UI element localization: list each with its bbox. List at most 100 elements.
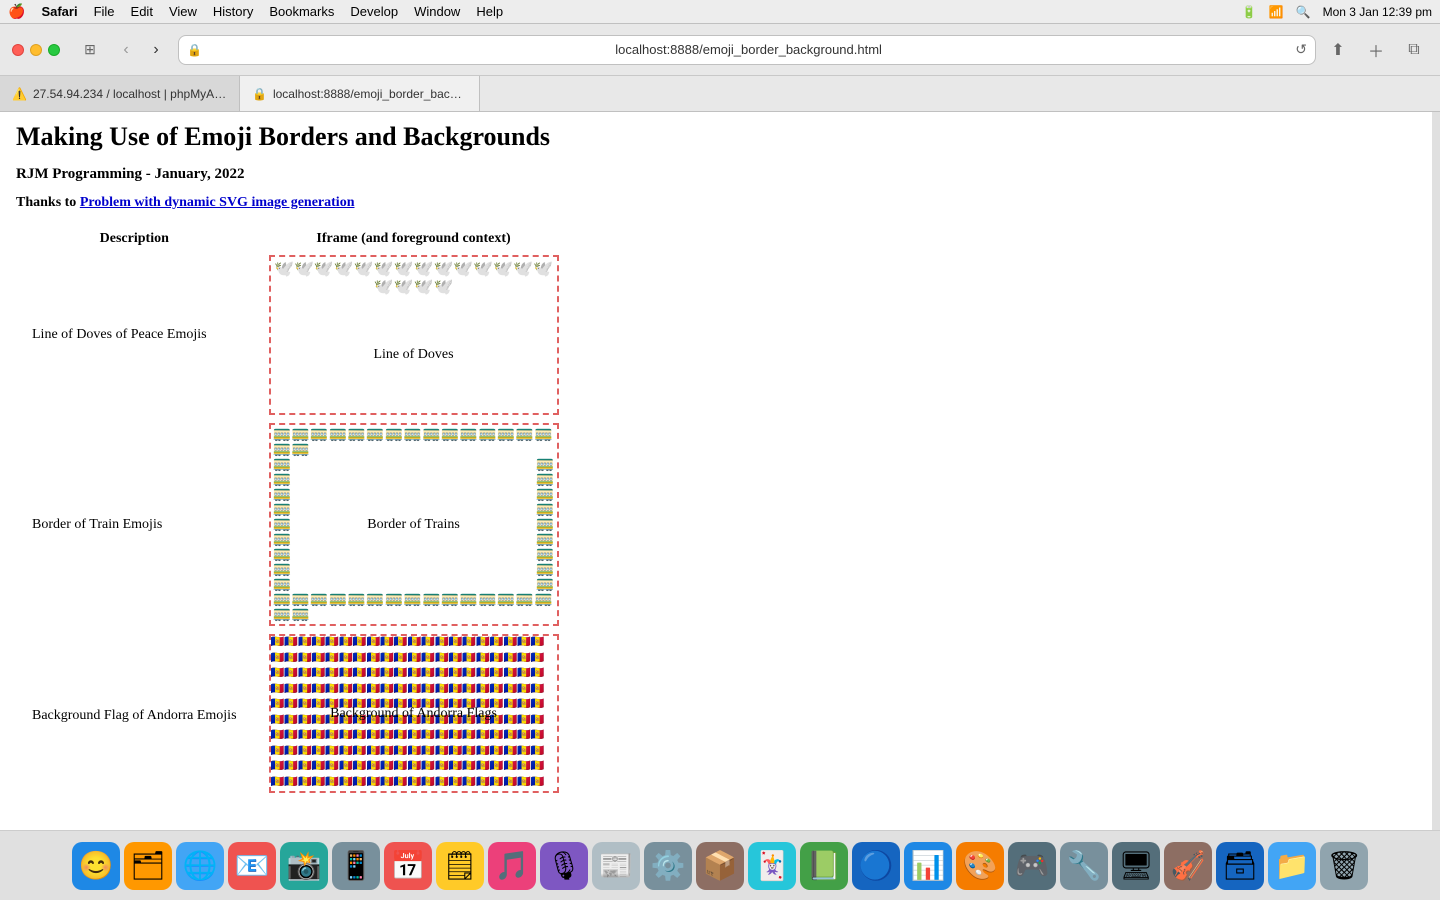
col2-header: Iframe (and foreground context) — [253, 227, 575, 251]
doves-iframe-box: 🕊️🕊️🕊️🕊️🕊️🕊️🕊️🕊️🕊️🕊️🕊️🕊️🕊️🕊️🕊️🕊️🕊️🕊️ Lin… — [269, 255, 559, 415]
dock-icon[interactable]: 🗃 — [1216, 842, 1264, 890]
dock-icon[interactable]: 🔧 — [1060, 842, 1108, 890]
row3-description: Background Flag of Andorra Emojis — [16, 630, 253, 802]
dock-icon[interactable]: 🗂 — [124, 842, 172, 890]
tab2-favicon: 🔒 — [252, 87, 267, 101]
browser-chrome: ⊞ ‹ › 🔒 localhost:8888/emoji_border_back… — [0, 24, 1440, 112]
clock: Mon 3 Jan 12:39 pm — [1323, 5, 1432, 19]
menu-file[interactable]: File — [94, 4, 115, 19]
menu-window[interactable]: Window — [414, 4, 460, 19]
scrollbar[interactable] — [1432, 112, 1440, 830]
back-button[interactable]: ‹ — [112, 39, 140, 61]
dock-icon[interactable]: 🌐 — [176, 842, 224, 890]
trains-iframe-box: 🚃🚃🚃🚃🚃🚃🚃🚃🚃🚃🚃🚃🚃🚃🚃🚃🚃 🚃🚃🚃🚃🚃🚃🚃🚃🚃 Border of Tr… — [269, 423, 559, 626]
address-bar[interactable]: 🔒 localhost:8888/emoji_border_background… — [178, 35, 1316, 65]
new-tab-button[interactable]: ＋ — [1362, 39, 1390, 61]
dock-icon[interactable]: 📁 — [1268, 842, 1316, 890]
page-subtitle: RJM Programming - January, 2022 — [16, 166, 1424, 183]
menu-safari[interactable]: Safari — [41, 4, 77, 19]
dock-icon[interactable]: 📸 — [280, 842, 328, 890]
andorra-fg-text: Background of Andorra Flags — [271, 636, 557, 791]
menu-bookmarks[interactable]: Bookmarks — [269, 4, 334, 19]
row2-description: Border of Train Emojis — [16, 419, 253, 630]
row1-description: Line of Doves of Peace Emojis — [16, 251, 253, 419]
tab-phpmyadmin[interactable]: ⚠️ 27.54.94.234 / localhost | phpMyAdmin… — [0, 76, 240, 111]
toolbar-actions: ⬆ ＋ ⧉ — [1324, 39, 1428, 61]
andorra-bg-wrapper: 🇦🇩🇦🇩🇦🇩🇦🇩🇦🇩🇦🇩🇦🇩🇦🇩🇦🇩🇦🇩🇦🇩🇦🇩🇦🇩🇦🇩🇦🇩🇦🇩🇦🇩🇦🇩🇦🇩🇦🇩… — [271, 636, 557, 791]
train-side-rows: 🚃🚃🚃🚃🚃🚃🚃🚃🚃 Border of Trains 🚃🚃🚃🚃🚃🚃🚃🚃🚃 — [273, 457, 555, 592]
wifi-icon: 📶 — [1269, 5, 1284, 19]
andorra-label: Background of Andorra Flags — [330, 706, 497, 722]
dove-content-area: Line of Doves — [271, 300, 557, 410]
dock-icon[interactable]: 🎻 — [1164, 842, 1212, 890]
menu-view[interactable]: View — [169, 4, 197, 19]
page-thanks: Thanks to Problem with dynamic SVG image… — [16, 195, 1424, 211]
menu-history[interactable]: History — [213, 4, 253, 19]
tab-overview-button[interactable]: ⧉ — [1400, 39, 1428, 61]
table-row: Background Flag of Andorra Emojis 🇦🇩🇦🇩🇦🇩… — [16, 630, 575, 802]
dock-icon[interactable]: 🎮 — [1008, 842, 1056, 890]
traffic-lights — [12, 44, 60, 56]
tab-emoji-border[interactable]: 🔒 localhost:8888/emoji_border_background… — [240, 76, 480, 111]
fullscreen-button[interactable] — [48, 44, 60, 56]
lock-icon: 🔒 — [187, 43, 202, 57]
reload-button[interactable]: ↺ — [1295, 41, 1307, 58]
andorra-iframe-box: 🇦🇩🇦🇩🇦🇩🇦🇩🇦🇩🇦🇩🇦🇩🇦🇩🇦🇩🇦🇩🇦🇩🇦🇩🇦🇩🇦🇩🇦🇩🇦🇩🇦🇩🇦🇩🇦🇩🇦🇩… — [269, 634, 559, 793]
table-row: Border of Train Emojis 🚃🚃🚃🚃🚃🚃🚃🚃🚃🚃🚃🚃🚃🚃🚃🚃🚃 — [16, 419, 575, 630]
dock-icon[interactable]: 📰 — [592, 842, 640, 890]
train-top-row: 🚃🚃🚃🚃🚃🚃🚃🚃🚃🚃🚃🚃🚃🚃🚃🚃🚃 — [273, 427, 555, 457]
dock-icon[interactable]: ⚙️ — [644, 842, 692, 890]
dock-icon[interactable]: 🗒 — [436, 842, 484, 890]
dock-icon[interactable]: 😊 — [72, 842, 120, 890]
dock-icon[interactable]: 🖥 — [1112, 842, 1160, 890]
forward-button[interactable]: › — [142, 39, 170, 61]
tab1-title: 27.54.94.234 / localhost | phpMyAdmin 4.… — [33, 87, 227, 101]
menu-bar: 🍎 Safari File Edit View History Bookmark… — [0, 0, 1440, 24]
thanks-link[interactable]: Problem with dynamic SVG image generatio… — [80, 195, 355, 210]
train-right-col: 🚃🚃🚃🚃🚃🚃🚃🚃🚃 — [536, 457, 555, 592]
tabs-bar: ⚠️ 27.54.94.234 / localhost | phpMyAdmin… — [0, 76, 1440, 112]
search-icon[interactable]: 🔍 — [1296, 5, 1311, 19]
train-border-wrapper: 🚃🚃🚃🚃🚃🚃🚃🚃🚃🚃🚃🚃🚃🚃🚃🚃🚃 🚃🚃🚃🚃🚃🚃🚃🚃🚃 Border of Tr… — [271, 425, 557, 624]
row2-iframe: 🚃🚃🚃🚃🚃🚃🚃🚃🚃🚃🚃🚃🚃🚃🚃🚃🚃 🚃🚃🚃🚃🚃🚃🚃🚃🚃 Border of Tr… — [253, 419, 575, 630]
apple-logo[interactable]: 🍎 — [8, 3, 25, 20]
page-content: Making Use of Emoji Borders and Backgrou… — [0, 112, 1440, 830]
train-bottom-row: 🚃🚃🚃🚃🚃🚃🚃🚃🚃🚃🚃🚃🚃🚃🚃🚃🚃 — [273, 592, 555, 622]
dock-icon[interactable]: 🃏 — [748, 842, 796, 890]
tab1-favicon: ⚠️ — [12, 87, 27, 101]
sidebar-toggle-button[interactable]: ⊞ — [76, 39, 104, 61]
dock-icon[interactable]: 📗 — [800, 842, 848, 890]
dock-icon[interactable]: 🎙 — [540, 842, 588, 890]
menu-bar-right: 🔋 📶 🔍 Mon 3 Jan 12:39 pm — [1242, 5, 1432, 19]
dock-icon[interactable]: 📅 — [384, 842, 432, 890]
page-title: Making Use of Emoji Borders and Backgrou… — [16, 122, 1424, 152]
dock: 😊🗂🌐📧📸📱📅🗒🎵🎙📰⚙️📦🃏📗🔵📊🎨🎮🔧🖥🎻🗃📁🗑 — [0, 830, 1440, 900]
col1-header: Description — [16, 227, 253, 251]
train-center-label: Border of Trains — [291, 457, 536, 592]
train-left-col: 🚃🚃🚃🚃🚃🚃🚃🚃🚃 — [273, 457, 292, 592]
dove-label: Line of Doves — [373, 347, 453, 363]
dock-icon[interactable]: 📦 — [696, 842, 744, 890]
menu-develop[interactable]: Develop — [350, 4, 398, 19]
dove-line: 🕊️🕊️🕊️🕊️🕊️🕊️🕊️🕊️🕊️🕊️🕊️🕊️🕊️🕊️🕊️🕊️🕊️🕊️ — [271, 257, 557, 300]
dock-icon[interactable]: 📧 — [228, 842, 276, 890]
page-wrapper: Making Use of Emoji Borders and Backgrou… — [0, 112, 1440, 830]
menu-help[interactable]: Help — [476, 4, 503, 19]
menu-edit[interactable]: Edit — [131, 4, 153, 19]
minimize-button[interactable] — [30, 44, 42, 56]
dock-icon[interactable]: 🗑 — [1320, 842, 1368, 890]
nav-buttons: ‹ › — [112, 39, 170, 61]
thanks-prefix: Thanks to — [16, 195, 80, 210]
address-text: localhost:8888/emoji_border_background.h… — [208, 42, 1289, 57]
dock-icon[interactable]: 📱 — [332, 842, 380, 890]
tab2-title: localhost:8888/emoji_border_background.h… — [273, 87, 467, 101]
close-button[interactable] — [12, 44, 24, 56]
battery-icon: 🔋 — [1242, 5, 1257, 19]
dock-icon[interactable]: 📊 — [904, 842, 952, 890]
dock-icon[interactable]: 🔵 — [852, 842, 900, 890]
row3-iframe: 🇦🇩🇦🇩🇦🇩🇦🇩🇦🇩🇦🇩🇦🇩🇦🇩🇦🇩🇦🇩🇦🇩🇦🇩🇦🇩🇦🇩🇦🇩🇦🇩🇦🇩🇦🇩🇦🇩🇦🇩… — [253, 630, 575, 802]
main-table: Description Iframe (and foreground conte… — [16, 227, 575, 802]
dock-icon[interactable]: 🎵 — [488, 842, 536, 890]
share-button[interactable]: ⬆ — [1324, 39, 1352, 61]
dock-icon[interactable]: 🎨 — [956, 842, 1004, 890]
